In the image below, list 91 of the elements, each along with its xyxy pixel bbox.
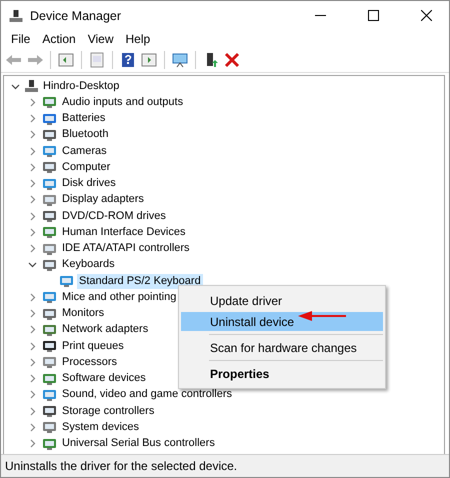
collapse-chevron-icon[interactable] — [10, 82, 20, 91]
expand-chevron-icon[interactable] — [28, 390, 36, 400]
panel-icon[interactable] — [140, 52, 158, 68]
tree-item[interactable]: Keyboards — [60, 257, 117, 272]
tree-item[interactable]: Universal Serial Bus controllers — [60, 436, 217, 452]
menu-item[interactable]: View — [82, 32, 120, 46]
device-icon — [42, 128, 57, 142]
tree-item[interactable]: Batteries — [60, 111, 108, 126]
tree-item[interactable]: Audio inputs and outputs — [60, 94, 186, 110]
expand-chevron-icon[interactable] — [28, 406, 36, 416]
device-icon — [42, 258, 57, 272]
panel-icon[interactable] — [57, 52, 75, 68]
tree-item[interactable]: DVD/CD-ROM drives — [60, 208, 168, 224]
context-menu-item[interactable]: Update driver — [181, 291, 383, 310]
maximize-icon[interactable] — [368, 10, 378, 21]
menu-item[interactable]: File — [5, 32, 36, 46]
expand-chevron-icon[interactable] — [28, 195, 36, 204]
expand-chevron-icon[interactable] — [28, 162, 36, 172]
device-icon — [42, 225, 57, 240]
device-icon — [42, 306, 57, 321]
device-icon — [42, 339, 57, 354]
tree-item[interactable]: Bluetooth — [60, 127, 110, 142]
device-icon — [42, 144, 57, 158]
window-title: Device Manager — [30, 8, 122, 22]
device-icon — [42, 404, 57, 418]
collapse-chevron-icon[interactable] — [28, 260, 36, 270]
tree-item[interactable]: System devices — [60, 420, 142, 435]
expand-chevron-icon[interactable] — [28, 422, 36, 432]
tree-item[interactable]: Disk drives — [60, 176, 118, 192]
tree-item[interactable]: Mice and other pointing — [60, 290, 178, 305]
tree-item[interactable]: Computer — [60, 160, 112, 175]
tree-item[interactable]: IDE ATA/ATAPI controllers — [60, 241, 192, 256]
help-icon[interactable] — [119, 52, 137, 68]
minimize-icon[interactable] — [314, 15, 326, 16]
device-icon — [42, 372, 57, 386]
device-icon — [42, 290, 57, 304]
arrow-annotation — [298, 311, 346, 321]
forward-arrow-icon[interactable] — [26, 52, 44, 68]
tree-item[interactable]: Sound, video and game controllers — [60, 387, 234, 402]
expand-chevron-icon[interactable] — [28, 130, 36, 140]
back-arrow-icon[interactable] — [5, 52, 23, 68]
expand-chevron-icon[interactable] — [28, 98, 36, 107]
device-icon — [42, 388, 57, 402]
menu-item[interactable]: Help — [120, 32, 156, 46]
tree-item[interactable]: Human Interface Devices — [60, 224, 188, 240]
tree-item[interactable]: Processors — [60, 354, 120, 370]
tree-item[interactable]: Storage controllers — [60, 404, 156, 419]
expand-chevron-icon[interactable] — [28, 244, 36, 254]
device-icon — [42, 355, 57, 370]
expand-chevron-icon[interactable] — [28, 325, 36, 334]
device-icon — [42, 436, 57, 451]
expand-chevron-icon[interactable] — [28, 146, 36, 156]
expand-chevron-icon[interactable] — [28, 212, 36, 221]
expand-chevron-icon[interactable] — [28, 292, 36, 302]
tree-item[interactable]: Network adapters — [60, 322, 150, 338]
expand-chevron-icon[interactable] — [28, 114, 36, 124]
device-icon — [59, 274, 74, 288]
tree-item[interactable]: Software devices — [60, 371, 148, 386]
tree-item[interactable]: Standard PS/2 Keyboard — [77, 274, 203, 289]
menu-item[interactable]: Action — [36, 32, 82, 46]
tree-item[interactable]: Print queues — [60, 338, 126, 354]
device-icon — [42, 192, 57, 207]
context-menu-item[interactable]: Scan for hardware changes — [181, 338, 383, 357]
device-icon — [42, 112, 57, 126]
device-icon — [42, 160, 57, 174]
device-icon — [42, 420, 57, 434]
expand-chevron-icon[interactable] — [28, 309, 36, 318]
delete-icon[interactable] — [223, 52, 241, 68]
device-icon — [42, 95, 57, 110]
status-text: Uninstalls the driver for the selected device. — [5, 459, 238, 473]
device-icon — [42, 242, 57, 256]
expand-chevron-icon[interactable] — [28, 358, 36, 367]
properties-icon[interactable] — [88, 52, 106, 68]
close-icon[interactable] — [420, 10, 432, 21]
expand-chevron-icon[interactable] — [28, 439, 36, 448]
context-menu-item[interactable]: Properties — [181, 364, 383, 383]
tree-item[interactable]: Monitors — [60, 306, 106, 322]
expand-chevron-icon[interactable] — [28, 228, 36, 237]
context-menu-item[interactable]: Uninstall device — [181, 312, 383, 331]
monitor-icon[interactable] — [171, 52, 189, 68]
tree-item[interactable]: Display adapters — [60, 192, 146, 208]
computer-icon — [25, 79, 38, 94]
device-icon — [42, 322, 57, 337]
device-icon — [42, 209, 57, 224]
tree-item[interactable]: Cameras — [60, 144, 109, 159]
tree-item[interactable]: Hindro-Desktop — [41, 78, 122, 94]
expand-chevron-icon[interactable] — [28, 342, 36, 351]
expand-chevron-icon[interactable] — [28, 179, 36, 188]
expand-chevron-icon[interactable] — [28, 374, 36, 384]
device-icon — [42, 176, 57, 191]
computer-icon — [9, 8, 23, 22]
